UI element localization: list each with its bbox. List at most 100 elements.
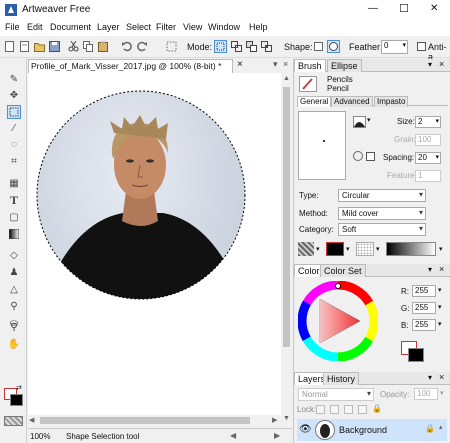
b-input[interactable]: 255	[412, 319, 436, 331]
maximize-button[interactable]: ☐	[399, 2, 409, 15]
mode-add-selection-icon[interactable]	[231, 41, 242, 52]
shape-ellipse-icon[interactable]	[327, 40, 340, 53]
tab-advanced[interactable]: Advanced	[331, 96, 373, 107]
crop-icon[interactable]: ⌗	[7, 154, 21, 168]
horizontal-scroll-thumb[interactable]	[40, 417, 250, 424]
brush-category[interactable]: Pencils	[327, 75, 353, 84]
brush-panel-menu-icon[interactable]: ▾	[428, 60, 432, 69]
r-input[interactable]: 255	[412, 285, 436, 297]
eyedropper-icon[interactable]: ⚲	[7, 299, 21, 313]
tab-ellipse[interactable]: Ellipse	[327, 59, 362, 72]
mode-new-selection-icon[interactable]	[214, 40, 227, 53]
lock-transparency-checkbox[interactable]	[316, 405, 325, 414]
menu-edit[interactable]: Edit	[27, 22, 43, 32]
menu-window[interactable]: Window	[208, 22, 240, 32]
feature-input[interactable]: 1	[415, 170, 441, 182]
opacity-input[interactable]: 100	[414, 388, 438, 400]
tab-general[interactable]: General	[297, 96, 332, 107]
open-folder-icon[interactable]	[34, 41, 45, 52]
lasso-icon[interactable]: ◌	[7, 137, 21, 151]
layer-scroll-icon[interactable]: ▴	[439, 423, 443, 431]
feather-input[interactable]: 0 ▾	[381, 40, 408, 54]
image-canvas[interactable]	[28, 73, 281, 415]
layers-panel-menu-icon[interactable]: ▾	[428, 373, 432, 382]
paper-dropdown-icon[interactable]: ▾	[316, 245, 320, 253]
stamp-icon[interactable]: ▦	[7, 176, 21, 190]
swap-colors-icon[interactable]: ⇄	[16, 384, 22, 392]
sharpen-icon[interactable]: △	[7, 282, 21, 296]
antialias-checkbox[interactable]	[417, 42, 426, 51]
document-canvas[interactable]	[28, 73, 281, 415]
layer-visibility-eye-icon[interactable]: 👁	[299, 424, 312, 435]
cut-icon[interactable]	[68, 40, 79, 52]
g-dropdown-icon[interactable]: ▾	[438, 303, 442, 311]
vertical-scrollbar[interactable]: ▲ ▼	[281, 73, 292, 426]
color-panel-menu-icon[interactable]: ▾	[428, 265, 432, 274]
rectangle-shape-icon[interactable]: ▢	[7, 210, 21, 224]
spacing-input[interactable]: 20 ▾	[415, 152, 441, 164]
smudge-icon[interactable]: ♟	[7, 265, 21, 279]
document-close-icon[interactable]: ×	[237, 59, 243, 70]
menu-file[interactable]: File	[5, 22, 20, 32]
r-dropdown-icon[interactable]: ▾	[438, 286, 442, 294]
pattern-selector[interactable]	[4, 416, 23, 426]
undo-icon[interactable]	[121, 41, 132, 52]
layers-panel-close-icon[interactable]: ×	[439, 372, 444, 382]
brush-color-swatch[interactable]	[326, 242, 344, 256]
menu-document[interactable]: Document	[50, 22, 91, 32]
save-icon[interactable]	[49, 41, 60, 52]
status-scroll-right-icon[interactable]: ▶	[274, 431, 280, 440]
timer-icon[interactable]	[353, 151, 363, 161]
gradient-icon[interactable]	[7, 227, 21, 241]
redo-icon[interactable]	[137, 41, 148, 52]
blend-mode-select[interactable]: Normal	[298, 388, 374, 401]
gradient-dropdown-icon[interactable]: ▾	[439, 245, 443, 253]
layer-row-background[interactable]: 👁 Background 🔒 ▴	[297, 419, 447, 441]
lock-position-checkbox[interactable]	[344, 405, 353, 414]
hand-icon[interactable]: ✋	[7, 337, 21, 351]
new-file-icon[interactable]	[4, 41, 15, 52]
color-wheel[interactable]	[297, 280, 379, 362]
color-dropdown-icon[interactable]: ▾	[346, 245, 350, 253]
menu-select[interactable]: Select	[126, 22, 151, 32]
tab-history[interactable]: History	[323, 372, 360, 385]
document-tabs-close-icon[interactable]: ×	[283, 59, 288, 69]
tab-color-set[interactable]: Color Set	[320, 264, 366, 277]
magnifier-icon[interactable]: ⚲	[7, 320, 21, 334]
method-select[interactable]: Mild cover	[338, 207, 426, 220]
brush-shape-dropdown-icon[interactable]: ▾	[367, 116, 371, 124]
selection-tool-icon[interactable]	[7, 105, 21, 119]
document-tabs-menu-icon[interactable]: ▾	[273, 59, 278, 70]
gradient-preview[interactable]	[386, 242, 436, 256]
paste-icon[interactable]	[98, 41, 109, 52]
category-select[interactable]: Soft	[338, 223, 426, 236]
background-color-swatch[interactable]	[10, 394, 23, 406]
eraser-icon[interactable]: ◇	[7, 248, 21, 262]
move-tool-icon[interactable]: ✥	[7, 88, 21, 102]
lock-pixels-checkbox[interactable]	[330, 405, 339, 414]
color-panel-close-icon[interactable]: ×	[439, 264, 444, 274]
brush-variant[interactable]: Pencil	[327, 84, 349, 93]
vertical-scroll-thumb[interactable]	[283, 87, 290, 347]
texture-swatch[interactable]	[356, 242, 374, 256]
selection-toggle-icon[interactable]	[166, 41, 177, 52]
opacity-dropdown-icon[interactable]: ▾	[440, 389, 444, 397]
shape-rectangle-icon[interactable]	[313, 41, 324, 52]
tab-brush[interactable]: Brush	[294, 59, 326, 72]
brush-shape-icon[interactable]	[353, 116, 366, 128]
minimize-button[interactable]: —	[368, 3, 378, 14]
close-button[interactable]: ✕	[430, 3, 438, 14]
g-input[interactable]: 255	[412, 302, 436, 314]
paintbrush-tool-icon[interactable]: ✎	[7, 72, 21, 86]
mode-subtract-selection-icon[interactable]	[246, 41, 257, 52]
grain-input[interactable]: 100	[415, 134, 441, 146]
brush-category-icon[interactable]	[299, 76, 317, 92]
lock-all-checkbox[interactable]	[358, 405, 367, 414]
new-document-icon[interactable]	[19, 41, 30, 52]
brush-panel-close-icon[interactable]: ×	[439, 59, 444, 69]
menu-layer[interactable]: Layer	[97, 22, 120, 32]
zoom-level[interactable]: 100%	[30, 432, 50, 441]
horizontal-scrollbar[interactable]: ◀ ▶	[28, 415, 281, 426]
paper-texture-swatch[interactable]	[298, 242, 314, 256]
mode-intersect-selection-icon[interactable]	[261, 41, 272, 52]
